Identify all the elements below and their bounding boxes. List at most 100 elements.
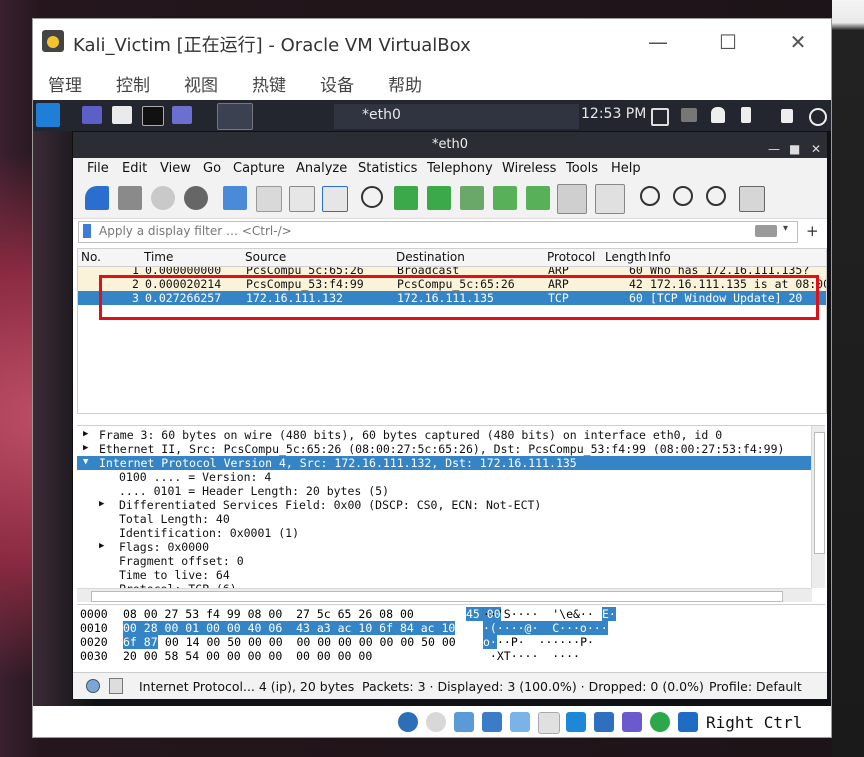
shared-folders-icon[interactable]	[538, 712, 560, 734]
col-source[interactable]: Source	[245, 250, 286, 264]
stop-capture-icon[interactable]	[118, 186, 142, 210]
go-back-icon[interactable]	[394, 186, 418, 210]
hex-line[interactable]: 0020 6f 87 00 14 00 50 00 00 00 00 00 00 …	[77, 635, 825, 649]
zoom-in-icon[interactable]	[640, 186, 660, 206]
menu-view[interactable]: 视图	[184, 71, 218, 96]
start-capture-icon[interactable]	[85, 186, 109, 210]
bookmark-icon[interactable]	[83, 224, 91, 238]
menu-analyze[interactable]: Analyze	[296, 161, 347, 176]
menu-telephony[interactable]: Telephony	[427, 161, 493, 176]
detail-line[interactable]: ▶ Flags: 0x0000	[77, 540, 812, 554]
col-protocol[interactable]: Protocol	[547, 250, 595, 264]
close-file-icon[interactable]	[289, 186, 315, 212]
cpu-icon[interactable]	[622, 712, 642, 732]
menu-help[interactable]: 帮助	[388, 71, 422, 96]
panel-clock[interactable]: 12:53 PM	[581, 106, 646, 122]
collapse-arrow-icon[interactable]: ▼	[83, 457, 88, 467]
filter-dropdown-icon[interactable]: ▾	[783, 223, 788, 234]
kali-menu-icon[interactable]	[36, 103, 60, 127]
detail-line[interactable]: Time to live: 64	[77, 568, 812, 582]
col-destination[interactable]: Destination	[396, 250, 465, 264]
go-forward-icon[interactable]	[427, 186, 451, 210]
volume-icon[interactable]	[681, 108, 697, 122]
power-icon[interactable]	[809, 108, 827, 126]
menu-statistics[interactable]: Statistics	[358, 161, 417, 176]
col-length[interactable]: Length	[605, 250, 646, 264]
menu-capture[interactable]: Capture	[233, 161, 285, 176]
expert-info-icon[interactable]	[86, 679, 100, 693]
open-file-icon[interactable]	[223, 186, 247, 210]
maximize-button[interactable]: ☐	[713, 29, 743, 55]
menu-control[interactable]: 控制	[116, 71, 150, 96]
menu-manage[interactable]: 管理	[48, 71, 82, 96]
show-desktop-icon[interactable]	[82, 106, 102, 124]
network-icon[interactable]	[482, 712, 502, 732]
detail-line[interactable]: Fragment offset: 0	[77, 554, 812, 568]
menu-edit[interactable]: Edit	[122, 161, 147, 176]
detail-line-selected[interactable]: ▼ Internet Protocol Version 4, Src: 172.1…	[77, 456, 812, 470]
screen-recorder-icon[interactable]	[172, 106, 192, 124]
expand-arrow-icon[interactable]: ▶	[99, 541, 104, 551]
file-manager-icon[interactable]	[112, 106, 132, 124]
detail-line[interactable]: 0100 .... = Version: 4	[77, 470, 812, 484]
menu-file[interactable]: File	[87, 161, 109, 176]
hard-disk-icon[interactable]	[398, 712, 418, 732]
resize-columns-icon[interactable]	[739, 186, 765, 212]
detail-line[interactable]: ▶ Ethernet II, Src: PcsCompu_5c:65:26 (08…	[77, 442, 812, 456]
details-vertical-scrollbar[interactable]	[811, 426, 825, 588]
capture-options-icon[interactable]	[184, 186, 208, 210]
mouse-integration-icon[interactable]	[650, 712, 670, 732]
apply-filter-icon[interactable]	[755, 225, 777, 237]
details-horizontal-scrollbar[interactable]	[77, 588, 812, 602]
col-info[interactable]: Info	[648, 250, 671, 264]
display-filter-input[interactable]: Apply a display filter … <Ctrl-/> ▾	[78, 221, 798, 243]
hex-line[interactable]: 0000 08 00 27 53 f4 99 08 00 27 5c 65 26 …	[77, 607, 825, 621]
menu-devices[interactable]: 设备	[320, 71, 354, 96]
zoom-out-icon[interactable]	[673, 186, 693, 206]
details-hscroll-thumb[interactable]	[91, 591, 783, 602]
menu-go[interactable]: Go	[203, 161, 221, 176]
col-time[interactable]: Time	[144, 250, 173, 264]
go-to-packet-icon[interactable]	[460, 186, 484, 210]
video-capture-icon[interactable]	[594, 712, 614, 732]
detail-line[interactable]: Total Length: 40	[77, 512, 812, 526]
status-profile[interactable]: Profile: Default	[709, 679, 802, 694]
wireshark-launcher-icon[interactable]	[217, 103, 253, 130]
notifications-icon[interactable]	[711, 107, 725, 123]
optical-drive-icon[interactable]	[426, 712, 446, 732]
display-icon[interactable]	[566, 712, 586, 732]
keyboard-capture-icon[interactable]	[678, 712, 698, 732]
expand-arrow-icon[interactable]: ▶	[83, 443, 88, 453]
col-no[interactable]: No.	[81, 250, 101, 264]
terminal-icon[interactable]	[142, 106, 164, 126]
audio-icon[interactable]	[454, 712, 474, 732]
hex-line[interactable]: 0010 00 28 00 01 00 00 40 06 43 a3 ac 10 …	[77, 621, 825, 635]
reload-file-icon[interactable]	[322, 186, 348, 212]
normal-size-icon[interactable]	[706, 186, 726, 206]
screen-icon[interactable]	[651, 108, 669, 126]
colorize-icon[interactable]	[595, 184, 625, 214]
detail-line[interactable]: Identification: 0x0001 (1)	[77, 526, 812, 540]
menu-wireless[interactable]: Wireless	[502, 161, 556, 176]
find-packet-icon[interactable]	[361, 186, 383, 208]
details-scroll-thumb[interactable]	[814, 432, 825, 554]
go-last-packet-icon[interactable]	[526, 186, 550, 210]
hex-line[interactable]: 0030 20 00 58 54 00 00 00 00 00 00 00 00 …	[77, 649, 825, 663]
detail-line[interactable]: ▶ Differentiated Services Field: 0x00 (DS…	[77, 498, 812, 512]
minimize-button[interactable]: —	[643, 29, 673, 55]
detail-line[interactable]: .... 0101 = Header Length: 20 bytes (5)	[77, 484, 812, 498]
expand-arrow-icon[interactable]: ▶	[83, 429, 88, 439]
close-button[interactable]: ✕	[783, 29, 813, 55]
menu-view[interactable]: View	[160, 161, 191, 176]
lock-icon[interactable]	[781, 109, 793, 123]
detail-line[interactable]: ▶ Frame 3: 60 bytes on wire (480 bits), 6…	[77, 428, 812, 442]
taskbar-wireshark-window[interactable]: *eth0	[334, 104, 579, 129]
expand-arrow-icon[interactable]: ▶	[99, 499, 104, 509]
save-file-icon[interactable]	[256, 186, 282, 212]
go-first-packet-icon[interactable]	[493, 186, 517, 210]
capture-comment-icon[interactable]	[109, 678, 123, 694]
menu-help[interactable]: Help	[611, 161, 641, 176]
menu-hotkey[interactable]: 热键	[252, 71, 286, 96]
menu-tools[interactable]: Tools	[566, 161, 598, 176]
restart-capture-icon[interactable]	[151, 186, 175, 210]
